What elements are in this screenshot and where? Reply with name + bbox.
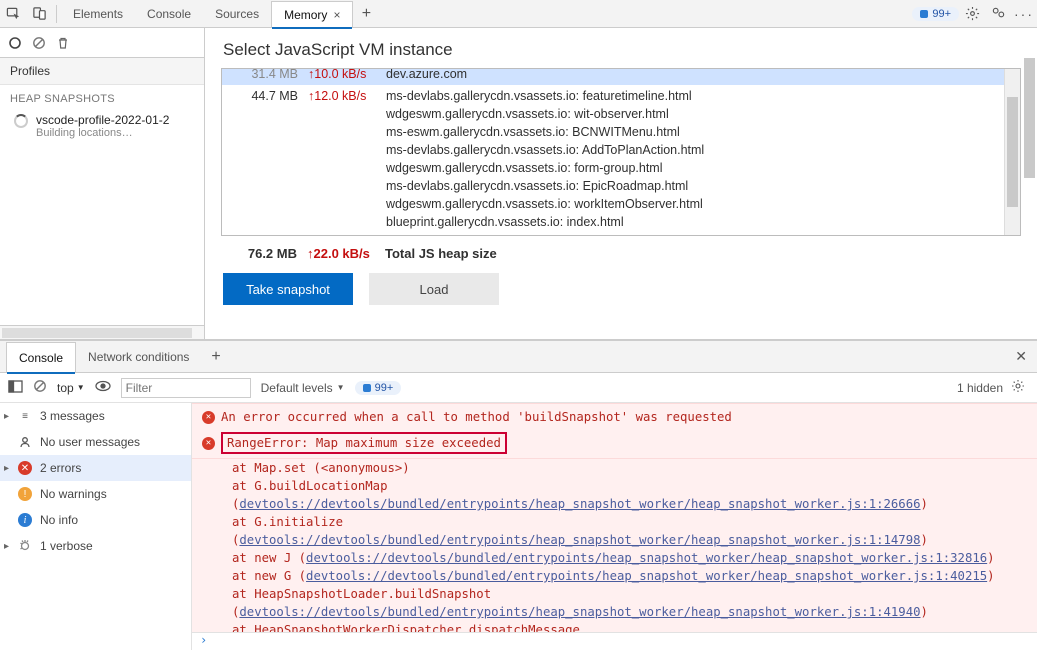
heap-snapshots-heading: HEAP SNAPSHOTS <box>0 85 204 109</box>
device-toggle-icon[interactable] <box>26 1 52 27</box>
sidebar-info[interactable]: iNo info <box>0 507 191 533</box>
error-icon: ✕ <box>202 411 215 424</box>
horizontal-scrollbar[interactable] <box>0 325 204 339</box>
account-icon[interactable] <box>985 1 1011 27</box>
sidebar-errors[interactable]: ✕2 errors <box>0 455 191 481</box>
memory-main: Select JavaScript VM instance 31.4 MB↑10… <box>205 28 1037 339</box>
stack-link[interactable]: devtools://devtools/bundled/entrypoints/… <box>306 551 987 565</box>
tab-drawer-console[interactable]: Console <box>6 342 76 373</box>
total-mem: 76.2 MB <box>233 246 303 261</box>
stack-link[interactable]: devtools://devtools/bundled/entrypoints/… <box>239 533 920 547</box>
close-icon[interactable]: × <box>333 8 340 22</box>
sidebar-user-messages[interactable]: No user messages <box>0 429 191 455</box>
issues-badge[interactable]: 99+ <box>912 7 959 21</box>
tab-memory[interactable]: Memory× <box>271 1 353 28</box>
error-highlight: RangeError: Map maximum size exceeded <box>221 432 507 454</box>
log-levels-selector[interactable]: Default levels ▼ <box>261 381 345 395</box>
total-rate: ↑22.0 kB/s <box>303 246 375 261</box>
stack-trace: at Map.set (<anonymous>) at G.buildLocat… <box>192 459 1037 632</box>
profiles-sidebar: Profiles HEAP SNAPSHOTS vscode-profile-2… <box>0 28 205 339</box>
error-message: ✕ An error occurred when a call to metho… <box>192 403 1037 430</box>
snapshot-status: Building locations… <box>36 127 169 139</box>
vertical-scrollbar[interactable] <box>1004 69 1020 235</box>
sidebar-toggle-icon[interactable] <box>8 380 23 396</box>
hidden-count: 1 hidden <box>957 381 1003 395</box>
live-expression-icon[interactable] <box>95 380 111 395</box>
vm-instance-row[interactable]: 44.7 MB↑12.0 kB/sms-devlabs.gallerycdn.v… <box>222 85 1004 233</box>
tab-elements[interactable]: Elements <box>61 0 135 28</box>
console-sidebar: ≡3 messages No user messages ✕2 errors !… <box>0 403 192 650</box>
console-settings-icon[interactable] <box>1011 379 1025 396</box>
console-drawer: Console Network conditions + ✕ top ▼ Def… <box>0 340 1037 650</box>
console-filter-input[interactable] <box>121 378 251 398</box>
load-button[interactable]: Load <box>369 273 499 305</box>
close-drawer-icon[interactable]: ✕ <box>1005 348 1037 365</box>
profiles-header: Profiles <box>0 58 204 85</box>
vm-instance-list: 31.4 MB↑10.0 kB/sdev.azure.com44.7 MB↑12… <box>221 68 1021 236</box>
sidebar-messages[interactable]: ≡3 messages <box>0 403 191 429</box>
add-drawer-tab-icon[interactable]: + <box>201 348 230 366</box>
inspect-element-icon[interactable] <box>0 1 26 27</box>
total-label: Total JS heap size <box>375 246 497 261</box>
more-icon[interactable]: ··· <box>1011 1 1037 27</box>
clear-console-icon[interactable] <box>33 379 47 396</box>
sidebar-warnings[interactable]: !No warnings <box>0 481 191 507</box>
vm-instance-row[interactable]: 31.4 MB↑10.0 kB/sdev.azure.com <box>222 69 1004 85</box>
issues-badge-drawer[interactable]: 99+ <box>355 381 402 395</box>
add-tab-icon[interactable]: + <box>353 1 379 27</box>
snapshot-item[interactable]: vscode-profile-2022-01-2 Building locati… <box>0 109 204 147</box>
stack-link[interactable]: devtools://devtools/bundled/entrypoints/… <box>306 569 987 583</box>
tab-network-conditions[interactable]: Network conditions <box>76 341 201 373</box>
stack-link[interactable]: devtools://devtools/bundled/entrypoints/… <box>239 605 920 619</box>
spinner-icon <box>14 114 28 128</box>
snapshot-name: vscode-profile-2022-01-2 <box>36 113 169 127</box>
devtools-tabbar: Elements Console Sources Memory× + 99+ ·… <box>0 0 1037 28</box>
error-icon: ✕ <box>202 437 215 450</box>
clear-icon[interactable] <box>32 36 46 50</box>
error-message: ✕ RangeError: Map maximum size exceeded <box>192 430 1037 459</box>
console-prompt[interactable]: › <box>192 632 1037 650</box>
tab-console[interactable]: Console <box>135 0 203 28</box>
delete-icon[interactable] <box>56 36 70 50</box>
console-output: ✕ An error occurred when a call to metho… <box>192 403 1037 632</box>
record-icon[interactable] <box>8 36 22 50</box>
context-selector[interactable]: top ▼ <box>57 381 85 395</box>
console-toolbar: top ▼ Default levels ▼ 99+ 1 hidden <box>0 373 1037 403</box>
tab-sources[interactable]: Sources <box>203 0 271 28</box>
sidebar-verbose[interactable]: 1 verbose <box>0 533 191 559</box>
vm-instance-title: Select JavaScript VM instance <box>223 40 1021 60</box>
stack-link[interactable]: devtools://devtools/bundled/entrypoints/… <box>239 497 920 511</box>
gear-icon[interactable] <box>959 1 985 27</box>
take-snapshot-button[interactable]: Take snapshot <box>223 273 353 305</box>
